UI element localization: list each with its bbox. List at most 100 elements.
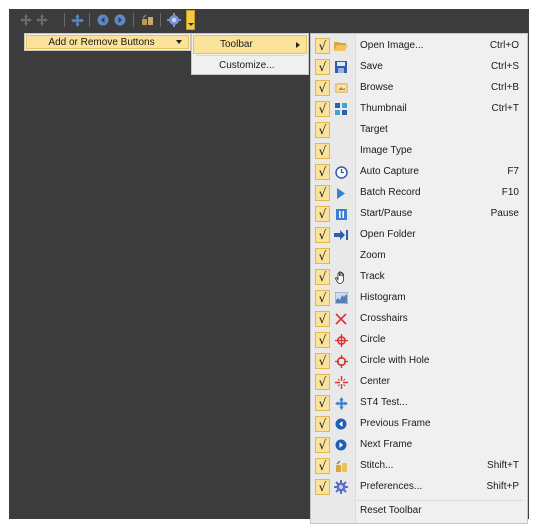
menu-item-label: Target: [360, 124, 388, 135]
move-left-icon[interactable]: [20, 12, 32, 28]
shortcut-label: Shift+P: [486, 481, 519, 492]
menu-item-circle-with-hole[interactable]: √ Circle with Hole: [311, 351, 527, 372]
shortcut-label: Ctrl+O: [489, 40, 519, 51]
menu-item-save[interactable]: √ Save Ctrl+S: [311, 57, 527, 78]
checkmark-icon: √: [315, 143, 330, 159]
menu-item-label: Center: [360, 376, 391, 387]
menu-item-label: Track: [360, 271, 385, 282]
pause-icon: [334, 207, 348, 221]
submenu-item-customize[interactable]: Customize...: [193, 56, 307, 75]
clock-icon: [334, 165, 348, 179]
checkmark-icon: √: [315, 38, 330, 54]
crosshairs-x-icon: [334, 312, 348, 326]
shortcut-label: Ctrl+B: [490, 82, 519, 93]
checkmark-icon: √: [315, 122, 330, 138]
checkmark-icon: √: [315, 479, 330, 495]
gear-icon: [334, 480, 348, 494]
center-cross-icon: [334, 375, 348, 389]
toolbar-overflow-button[interactable]: [186, 10, 195, 30]
shortcut-label: Ctrl+S: [490, 61, 519, 72]
menu-item-label: Circle: [360, 334, 386, 345]
checkmark-icon: √: [315, 416, 330, 432]
menu-item-center[interactable]: √ Center: [311, 372, 527, 393]
menu-item-label: Start/Pause: [360, 208, 413, 219]
menu-item-label: Histogram: [360, 292, 406, 303]
stitch-icon[interactable]: [140, 12, 154, 28]
move-right-icon[interactable]: [36, 12, 48, 28]
menu-item-stitch[interactable]: √ Stitch... Shift+T: [311, 456, 527, 477]
menu-item-batch-record[interactable]: √ Batch Record F10: [311, 183, 527, 204]
add-remove-buttons-item[interactable]: Add or Remove Buttons: [26, 35, 189, 49]
toolbar-submenu: Toolbar Customize...: [191, 33, 309, 75]
menu-item-crosshairs[interactable]: √ Crosshairs: [311, 309, 527, 330]
submenu-item-toolbar[interactable]: Toolbar: [193, 35, 307, 54]
menu-item-label: Previous Frame: [360, 418, 431, 429]
chevron-down-icon: [176, 40, 182, 44]
menu-item-label: Stitch...: [360, 460, 394, 471]
add-remove-buttons-label: Add or Remove Buttons: [48, 36, 155, 48]
menu-item-label: Save: [360, 61, 383, 72]
checkmark-icon: √: [315, 395, 330, 411]
menu-item-label: Open Folder: [360, 229, 416, 240]
checkmark-icon: √: [315, 227, 330, 243]
menu-item-label: Next Frame: [360, 439, 413, 450]
menu-item-target[interactable]: √ Target: [311, 120, 527, 141]
menu-item-browse[interactable]: √ Browse Ctrl+B: [311, 78, 527, 99]
previous-frame-icon[interactable]: [96, 12, 110, 28]
menu-item-circle[interactable]: √ Circle: [311, 330, 527, 351]
menu-item-label: Auto Capture: [360, 166, 419, 177]
submenu-item-label: Toolbar: [220, 39, 253, 50]
circle-target-icon: [334, 333, 348, 347]
checkmark-icon: √: [315, 185, 330, 201]
submenu-item-label: Customize...: [219, 60, 275, 71]
menu-item-label: Crosshairs: [360, 313, 408, 324]
menu-item-open-folder[interactable]: √ Open Folder: [311, 225, 527, 246]
preferences-icon[interactable]: [166, 12, 182, 28]
menu-item-label: Open Image...: [360, 40, 424, 51]
menu-item-thumbnail[interactable]: √ Thumbnail Ctrl+T: [311, 99, 527, 120]
menu-item-next-frame[interactable]: √ Next Frame: [311, 435, 527, 456]
menu-item-previous-frame[interactable]: √ Previous Frame: [311, 414, 527, 435]
menu-item-preferences[interactable]: √ Preferences... Shift+P: [311, 477, 527, 498]
menu-item-histogram[interactable]: √ Histogram: [311, 288, 527, 309]
toolbar-separator: [64, 13, 65, 27]
checkmark-icon: √: [315, 59, 330, 75]
hand-icon: [334, 270, 348, 284]
st4-test-icon: [334, 396, 348, 410]
reset-toolbar-label: Reset Toolbar: [360, 505, 422, 516]
crosshair-move-icon[interactable]: [70, 12, 84, 28]
next-frame-icon[interactable]: [113, 12, 127, 28]
arrow-into-folder-icon: [334, 228, 348, 242]
browse-image-icon: [334, 81, 348, 95]
shortcut-label: F10: [501, 187, 519, 198]
checkmark-icon: √: [315, 458, 330, 474]
checkmark-icon: √: [315, 332, 330, 348]
menu-item-auto-capture[interactable]: √ Auto Capture F7: [311, 162, 527, 183]
checkmark-icon: √: [315, 248, 330, 264]
shortcut-label: Shift+T: [487, 460, 519, 471]
checkmark-icon: √: [315, 290, 330, 306]
checkmark-icon: √: [315, 101, 330, 117]
play-icon: [334, 186, 348, 200]
menu-item-track[interactable]: √ Track: [311, 267, 527, 288]
reset-toolbar-item[interactable]: Reset Toolbar: [311, 501, 527, 522]
shortcut-label: Ctrl+T: [491, 103, 520, 114]
checkmark-icon: √: [315, 164, 330, 180]
menu-item-st4-test[interactable]: √ ST4 Test...: [311, 393, 527, 414]
checkmark-icon: √: [315, 269, 330, 285]
checkmark-icon: √: [315, 437, 330, 453]
menu-item-start-pause[interactable]: √ Start/Pause Pause: [311, 204, 527, 225]
thumbnail-grid-icon: [334, 102, 348, 116]
add-remove-buttons-menu: Add or Remove Buttons: [24, 33, 191, 51]
toolbar: [9, 9, 529, 31]
menu-item-label: ST4 Test...: [360, 397, 408, 408]
menu-item-label: Thumbnail: [360, 103, 407, 114]
shortcut-label: F7: [507, 166, 519, 177]
checkmark-icon: √: [315, 311, 330, 327]
previous-frame-icon: [334, 417, 348, 431]
checkmark-icon: √: [315, 374, 330, 390]
menu-item-open-image[interactable]: √ Open Image... Ctrl+O: [311, 36, 527, 57]
floppy-disk-icon: [334, 60, 348, 74]
menu-item-zoom[interactable]: √ Zoom: [311, 246, 527, 267]
menu-item-image-type[interactable]: √ Image Type: [311, 141, 527, 162]
